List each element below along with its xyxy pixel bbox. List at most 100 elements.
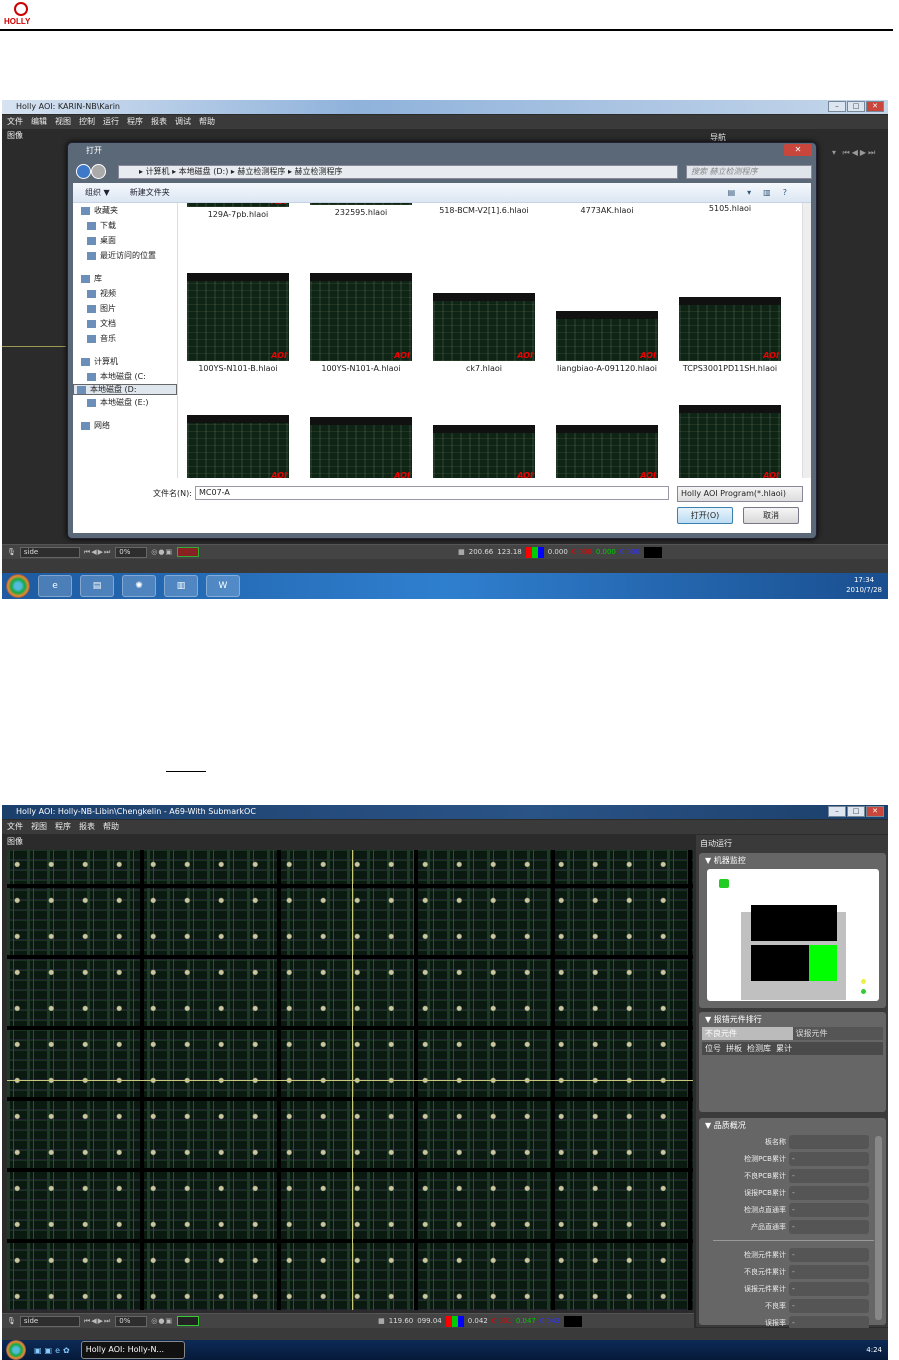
breadcrumb-item[interactable]: 本地磁盘 (D:) (179, 167, 229, 176)
color-select[interactable] (177, 1316, 200, 1326)
nav-item[interactable]: 计算机 (73, 354, 177, 369)
quick-launch-icons[interactable]: ▣▣e✿ (34, 1346, 73, 1355)
file-item[interactable]: AOI102A-ALL.hlaoi (306, 417, 416, 478)
nav-item[interactable]: 下载 (73, 218, 177, 233)
address-bar[interactable]: ▸ 计算机 ▸ 本地磁盘 (D:) ▸ 赫立检测程序 ▸ 赫立检测程序 (118, 165, 678, 179)
playback-controls[interactable]: ⏮◀▶⏭ (84, 548, 111, 557)
menu-item[interactable]: 程序 (55, 820, 71, 834)
back-forward-buttons[interactable] (76, 164, 114, 180)
file-item[interactable]: AOI 232595.hlaoi (306, 203, 416, 217)
view-options-icons[interactable]: ▤▾▥? (728, 183, 799, 202)
file-item[interactable]: AOI518-BCM-V2[1].6.hlaoi (429, 203, 539, 215)
menu-item[interactable]: 帮助 (199, 115, 215, 129)
menu-item[interactable]: 视图 (31, 820, 47, 834)
quality-title[interactable]: ▼ 品质概况 (699, 1118, 886, 1133)
nav-item[interactable]: 网络 (73, 418, 177, 433)
monitor-title[interactable]: ▼ 机器监控 (699, 853, 886, 868)
menu-item[interactable]: 报表 (79, 820, 95, 834)
playback-controls[interactable]: ⏮◀▶⏭ (84, 1317, 111, 1326)
nav-item[interactable]: 本地磁盘 (D: (73, 384, 177, 395)
back-icon[interactable] (76, 164, 91, 179)
nav-item[interactable]: 文档 (73, 316, 177, 331)
close-button[interactable]: ✕ (866, 806, 884, 817)
ie-icon[interactable]: e (38, 575, 72, 597)
color-select[interactable] (177, 547, 200, 557)
tab-defect-parts[interactable]: 不良元件 (702, 1027, 793, 1040)
tool-icons[interactable]: ◎●▣ (151, 548, 173, 556)
nav-item[interactable]: 音乐 (73, 331, 177, 346)
document-icon[interactable]: ▤ (80, 575, 114, 597)
menu-item[interactable]: 文件 (7, 820, 23, 834)
file-item[interactable]: AOI ck7.hlaoi (429, 293, 539, 373)
menu-item[interactable]: 编辑 (31, 115, 47, 129)
file-item[interactable]: AOIBEIJINGWUDAZHOU2.hlaoi (429, 425, 539, 478)
aoi-mark: AOI (394, 351, 410, 360)
filetype-select[interactable]: Holly AOI Program(*.hlaoi) (677, 486, 803, 502)
file-item[interactable]: AOI4773AK.hlaoi (552, 203, 662, 215)
file-item[interactable]: AOI261A.hlaoi (183, 415, 293, 478)
file-item[interactable]: AOItest.hlaoi (552, 425, 662, 478)
start-button[interactable] (6, 1340, 26, 1360)
column-header[interactable]: 拼板 (726, 1043, 742, 1054)
nav-item[interactable]: 本地磁盘 (C: (73, 369, 177, 384)
maximize-button[interactable]: □ (847, 806, 865, 817)
holly-aoi-icon[interactable]: ✺ (122, 575, 156, 597)
nav-item[interactable]: 视频 (73, 286, 177, 301)
close-button[interactable]: ✕ (866, 101, 884, 112)
minimize-button[interactable]: – (828, 806, 846, 817)
nav-item[interactable]: 本地磁盘 (E:) (73, 395, 177, 410)
file-item[interactable]: AOI5105.hlaoi (675, 203, 785, 213)
minimize-button[interactable]: – (828, 101, 846, 112)
nav-item[interactable]: 图片 (73, 301, 177, 316)
menu-item[interactable]: 程序 (127, 115, 143, 129)
column-header[interactable]: 累计 (776, 1043, 792, 1054)
file-item[interactable]: AOI TCPS3001PD11SH.hlaoi (675, 297, 785, 373)
menu-item[interactable]: 文件 (7, 115, 23, 129)
breadcrumb-item[interactable]: 计算机 (146, 167, 170, 176)
file-item[interactable]: AOI 100YS-N101-B.hlaoi (183, 273, 293, 373)
dialog-close-button[interactable]: ✕ (784, 144, 812, 156)
menu-item[interactable]: 调试 (175, 115, 191, 129)
nav-item[interactable]: 收藏夹 (73, 203, 177, 218)
stat-row: 检测元件累计 - (701, 1246, 886, 1263)
file-item[interactable]: AOI5800-2AHCP4-1501.hlaoi (675, 405, 785, 478)
view-select[interactable]: side (19, 1315, 80, 1327)
menu-item[interactable]: 报表 (151, 115, 167, 129)
forward-icon[interactable] (91, 164, 106, 179)
menu-item[interactable]: 帮助 (103, 820, 119, 834)
organize-button[interactable]: 组织 ▼ (85, 183, 110, 202)
column-header[interactable]: 位号 (705, 1043, 721, 1054)
quality-scrollbar[interactable] (875, 1136, 882, 1320)
menu-item[interactable]: 控制 (79, 115, 95, 129)
menu-item[interactable]: 视图 (55, 115, 71, 129)
view-select[interactable]: side (19, 546, 80, 558)
breadcrumb-item[interactable]: 赫立检测程序 (295, 167, 343, 176)
open-button[interactable]: 打开(O) (677, 507, 733, 524)
breadcrumb-item[interactable]: 赫立检测程序 (237, 167, 285, 176)
pcb-image-view[interactable] (7, 850, 693, 1310)
filename-input[interactable]: MC07-A (195, 486, 669, 500)
start-button[interactable] (6, 574, 30, 598)
taskbar-item-holly-aoi[interactable]: Holly AOI: Holly-N... (80, 1341, 185, 1359)
tool-icons[interactable]: ◎●▣ (151, 1317, 173, 1325)
menu-item[interactable]: 运行 (103, 115, 119, 129)
file-list-scrollbar[interactable] (802, 203, 811, 478)
column-header[interactable]: 检测库 (747, 1043, 771, 1054)
nav-item[interactable]: 桌面 (73, 233, 177, 248)
explorer-icon[interactable]: ▥ (164, 575, 198, 597)
new-folder-button[interactable]: 新建文件夹 (130, 183, 170, 202)
zoom-select[interactable]: 0% (115, 1315, 148, 1327)
file-item[interactable]: AOI 100YS-N101-A.hlaoi (306, 273, 416, 373)
nav-controls[interactable]: ▾ ⏮◀▶⏭ (832, 148, 877, 158)
nav-item[interactable]: 最近访问的位置 (73, 248, 177, 263)
tab-false-call-parts[interactable]: 误报元件 (792, 1027, 883, 1040)
ranking-title[interactable]: ▼ 报错元件排行 (699, 1012, 886, 1027)
zoom-select[interactable]: 0% (115, 546, 148, 558)
file-item[interactable]: AOI 129A-7pb.hlaoi (183, 203, 293, 219)
file-item[interactable]: AOI liangbiao-A-091120.hlaoi (552, 311, 662, 373)
maximize-button[interactable]: □ (847, 101, 865, 112)
word-icon[interactable]: W (206, 575, 240, 597)
cancel-button[interactable]: 取消 (743, 507, 799, 524)
nav-item[interactable]: 库 (73, 271, 177, 286)
search-input[interactable]: 搜索 赫立检测程序 (686, 165, 812, 179)
